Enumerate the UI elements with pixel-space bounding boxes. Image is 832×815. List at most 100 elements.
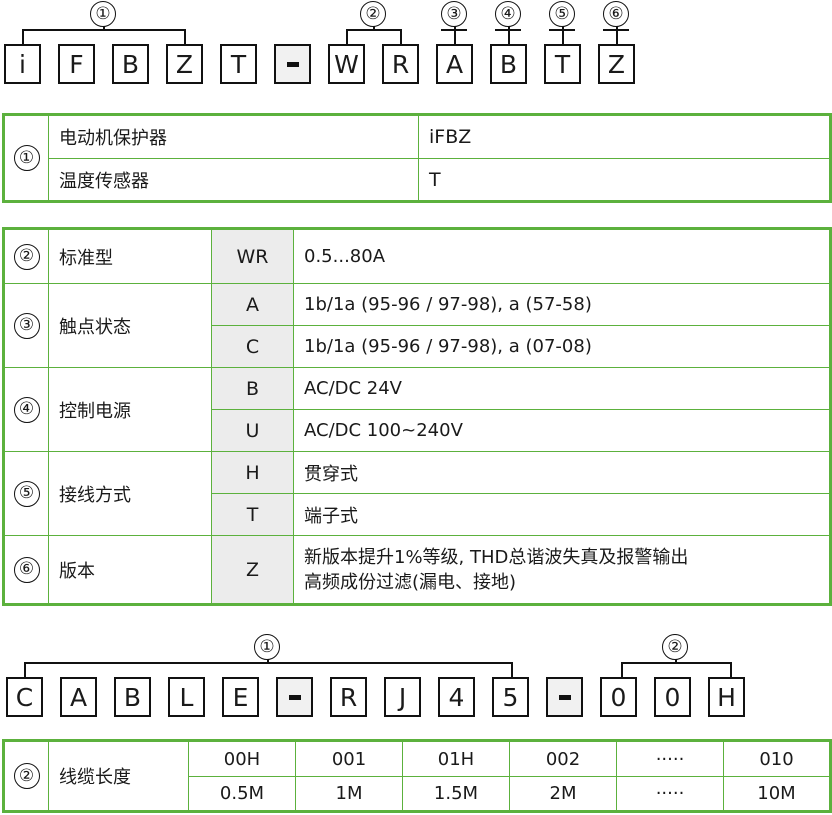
code-cell: U [211, 409, 294, 452]
code-box: C [6, 677, 43, 717]
desc-line: 新版本提升1%等级, THD总谐波失真及报警输出 [304, 546, 689, 568]
bracket-line [22, 29, 24, 44]
code-box: Z [166, 44, 203, 84]
option-desc-cell: 1b/1a (95-96 / 97-98), a (57-58) [293, 283, 831, 326]
bracket-line [508, 24, 510, 44]
code-box: T [544, 44, 581, 84]
circle-number: ③ [441, 1, 467, 27]
group-number-cell: ⑥ [3, 535, 49, 605]
code-box: 5 [492, 677, 529, 717]
code-box: R [330, 677, 367, 717]
length-value-cell: 10M [723, 776, 831, 812]
group-number-cell: ① [3, 114, 49, 202]
code-box: L [168, 677, 205, 717]
circle-number: ⑥ [13, 556, 40, 583]
length-code-cell: 001 [295, 740, 403, 777]
option-desc-cell: 0.5...80A [293, 228, 831, 284]
length-code-cell: 01H [402, 740, 510, 777]
length-value-cell: 1.5M [402, 776, 510, 812]
circle-number: ② [13, 763, 40, 789]
bracket-line [616, 24, 618, 44]
circle-number: ④ [13, 396, 40, 423]
code-cell: WR [211, 228, 294, 284]
code-box: i [4, 44, 41, 84]
length-value-cell: ····· [616, 776, 724, 812]
bracket-line [730, 662, 732, 677]
code-box: R [382, 44, 419, 84]
code-cell: B [211, 367, 294, 410]
group-number-cell: ⑤ [3, 451, 49, 536]
circle-number: ① [13, 145, 40, 171]
code-dash-box [274, 44, 311, 84]
desc-cell: 温度传感器 [48, 158, 419, 202]
group-number-cell: ② [3, 228, 49, 284]
bracket-line [346, 29, 348, 44]
value-cell: T [418, 158, 831, 202]
group-name-cell: 触点状态 [48, 283, 212, 368]
length-code-cell: ····· [616, 740, 724, 777]
group-name-cell: 控制电源 [48, 367, 212, 452]
code-box: 0 [654, 677, 691, 717]
code-box: 4 [438, 677, 475, 717]
option-desc-cell: 端子式 [293, 493, 831, 536]
code-box: J [384, 677, 421, 717]
code-box: Z [598, 44, 635, 84]
product-type-table: ① 电动机保护器 iFBZ 温度传感器 T [2, 113, 832, 203]
code-cell: C [211, 325, 294, 368]
circle-number: ① [90, 1, 116, 27]
group-name-cell: 线缆长度 [48, 740, 189, 812]
length-value-cell: 2M [509, 776, 617, 812]
code-box: A [436, 44, 473, 84]
circle-number: ① [254, 634, 280, 660]
code-box: F [58, 44, 95, 84]
code-box: E [222, 677, 259, 717]
code-cell: T [211, 493, 294, 536]
circle-number: ② [13, 243, 40, 270]
length-code-cell: 010 [723, 740, 831, 777]
bracket-line [621, 662, 623, 677]
length-value-cell: 0.5M [188, 776, 296, 812]
code-box: B [490, 44, 527, 84]
dash-mark [286, 61, 299, 67]
group-name-cell: 接线方式 [48, 451, 212, 536]
code-cell: A [211, 283, 294, 326]
group-number-cell: ④ [3, 367, 49, 452]
group-name-cell: 标准型 [48, 228, 212, 284]
circle-number: ⑥ [603, 1, 629, 27]
bracket-line [562, 24, 564, 44]
cable-length-table: ② 线缆长度 00H 001 01H 002 ····· 010 0.5M 1M… [2, 739, 832, 813]
option-spec-table: ② 标准型 WR 0.5...80A ③ 触点状态 A 1b/1a (95-96… [2, 227, 832, 606]
code-dash-box [546, 677, 583, 717]
code-cell: H [211, 451, 294, 494]
circle-number: ⑤ [549, 1, 575, 27]
group-number-cell: ② [3, 740, 49, 812]
code-box: W [328, 44, 365, 84]
code-box: B [112, 44, 149, 84]
desc-line: 高频成份过滤(漏电、接地) [304, 571, 517, 593]
value-cell: iFBZ [418, 114, 831, 159]
option-desc-cell: AC/DC 100~240V [293, 409, 831, 452]
code-box: A [60, 677, 97, 717]
bracket-line [511, 662, 513, 677]
code-box: T [220, 44, 257, 84]
option-desc-cell: 1b/1a (95-96 / 97-98), a (07-08) [293, 325, 831, 368]
code-cell: Z [211, 535, 294, 605]
bracket-line [184, 29, 186, 44]
dash-mark [558, 694, 571, 700]
length-code-cell: 00H [188, 740, 296, 777]
circle-number: ② [360, 1, 386, 27]
circle-number: ⑤ [13, 480, 40, 507]
length-code-cell: 002 [509, 740, 617, 777]
bracket-line [24, 662, 26, 677]
circle-number: ③ [13, 312, 40, 339]
code-box: 0 [600, 677, 637, 717]
bracket-line [454, 24, 456, 44]
code-dash-box [276, 677, 313, 717]
dash-mark [288, 694, 301, 700]
option-desc-cell: AC/DC 24V [293, 367, 831, 410]
code-box: H [708, 677, 745, 717]
desc-cell: 电动机保护器 [48, 114, 419, 159]
group-name-cell: 版本 [48, 535, 212, 605]
group-number-cell: ③ [3, 283, 49, 368]
option-desc-cell: 贯穿式 [293, 451, 831, 494]
